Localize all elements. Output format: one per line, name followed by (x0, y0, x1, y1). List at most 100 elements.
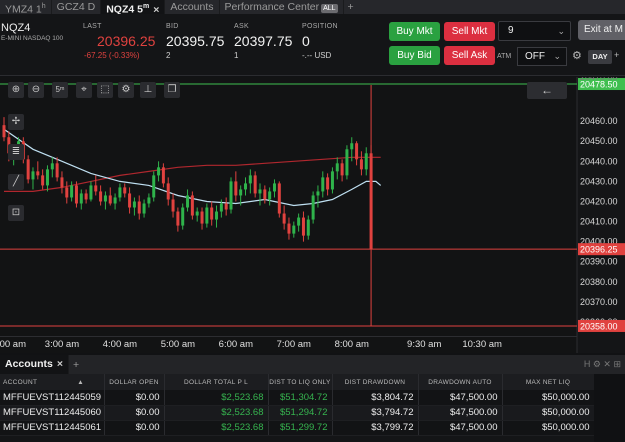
candle-body (50, 163, 54, 170)
table-row[interactable]: MFFUEVST112445059 $0.00 $2,523.68 $51,30… (0, 390, 595, 406)
candle-body (36, 171, 40, 176)
buy-bid-button[interactable]: Buy Bid (389, 46, 440, 65)
table-row[interactable]: MFFUEVST112445061 $0.00 $2,523.68 $51,29… (0, 420, 595, 436)
atm-select[interactable]: OFF ⌄ (517, 47, 567, 66)
candle-body (244, 183, 247, 190)
tab-performance-center[interactable]: Performance Center ALL (220, 0, 344, 14)
column-header-dist-to-liq[interactable]: DIST TO LIQ ONLY (268, 374, 333, 390)
drawdown-auto: $47,500.00 (418, 405, 503, 421)
symbol-description: E-MINI NASDAQ 100 (1, 35, 64, 42)
dollar-open: $0.00 (104, 420, 165, 436)
zoom-out-icon[interactable]: ⊖ (28, 82, 44, 98)
dist-drawdown: $3,799.72 (332, 420, 419, 436)
settings-icon[interactable]: ⚙ (118, 82, 134, 98)
crosshair-tool-icon[interactable]: ✢ (8, 114, 24, 130)
table-scrollbar[interactable] (594, 374, 625, 442)
exit-at-market-button[interactable]: Exit at M (578, 20, 625, 40)
candle-body (108, 195, 112, 204)
price-tick-label: 20450.00 (580, 136, 618, 146)
candle-body (229, 181, 233, 210)
table-row[interactable]: MFFUEVST112445060 $0.00 $2,523.68 $51,29… (0, 405, 595, 421)
candle-body (99, 191, 103, 202)
column-header-dollar-open[interactable]: DOLLAR OPEN (104, 374, 165, 390)
chart-canvas[interactable]: 20460.00 20450.00 20440.00 20430.00 20420.00… (0, 77, 625, 353)
time-tick-label: 8:00 am (335, 339, 369, 350)
column-header-dollar-total-pl[interactable]: DOLLAR TOTAL P L (164, 374, 269, 390)
scroll-to-latest-button[interactable]: ← (527, 82, 567, 99)
dist-drawdown: $3,794.72 (332, 405, 419, 421)
tab-label: GCZ4 D (56, 1, 96, 13)
atm-label: ATM (497, 53, 512, 60)
price-tick-label: 20390.00 (580, 257, 618, 267)
dist-to-liq: $51,294.72 (268, 405, 333, 421)
sell-market-button[interactable]: Sell Mkt (444, 22, 495, 41)
add-tab-icon[interactable]: + (69, 359, 83, 371)
tab-nqz4[interactable]: NQZ4 5m × (101, 0, 166, 16)
tab-interval-sup: h (41, 3, 46, 10)
crosshair-icon[interactable]: ⌖ (76, 82, 92, 98)
interval-icon[interactable]: 5ᵐ (52, 82, 68, 98)
price-level-label: 20358.00 (580, 321, 618, 331)
indicators-icon[interactable]: ⊥ (140, 82, 156, 98)
candle-body (224, 203, 228, 210)
candle-body (171, 199, 175, 212)
candle-body (123, 187, 127, 194)
templates-icon[interactable]: ❐ (164, 82, 180, 98)
symbol[interactable]: NQZ4 (1, 22, 30, 34)
dollar-total-pl: $2,523.68 (164, 405, 269, 421)
candle-body (282, 213, 286, 224)
candle-body (340, 163, 344, 176)
column-header-drawdown-auto[interactable]: DRAWDOWN AUTO (418, 374, 503, 390)
candle-body (132, 201, 136, 208)
bid-label: BID (166, 23, 179, 30)
all-badge[interactable]: ALL (321, 4, 338, 13)
add-icon[interactable]: + (614, 50, 619, 60)
quantity-value: 9 (508, 25, 514, 36)
buy-market-button[interactable]: Buy Mkt (389, 22, 440, 41)
tab-ymz4[interactable]: YMZ4 1h (0, 0, 52, 16)
candle-body (326, 177, 330, 190)
partial-price-tick-label: 20470.00 (580, 77, 618, 82)
tab-label: Accounts (5, 358, 53, 370)
candle-body (205, 207, 209, 224)
quote-bar: NQZ4 E-MINI NASDAQ 100 LAST 20396.25 -67… (0, 14, 625, 76)
select-box-icon[interactable]: ⬚ (97, 82, 113, 98)
zoom-in-icon[interactable]: ⊕ (8, 82, 24, 98)
candle-body (128, 193, 132, 208)
last-price: 20396.25 (97, 33, 156, 49)
candle-body (287, 223, 291, 234)
quantity-select[interactable]: 9 ⌄ (498, 21, 571, 41)
max-net-liq: $50,000.00 (502, 420, 595, 436)
column-header-max-net-liq[interactable]: MAX NET LIQ (502, 374, 595, 390)
gear-icon[interactable]: ⚙ (572, 49, 582, 62)
column-header-account[interactable]: ACCOUNT ▲ (0, 374, 105, 390)
notes-icon[interactable]: ≣ (8, 144, 24, 160)
candle-body (103, 195, 107, 202)
tab-accounts-panel[interactable]: Accounts × (0, 355, 69, 374)
candle-body (306, 219, 310, 236)
time-in-force-button[interactable]: DAY (588, 50, 612, 64)
add-tab-icon[interactable]: + (344, 1, 358, 13)
tab-gcz4[interactable]: GCZ4 D (52, 0, 102, 14)
close-icon[interactable]: × (57, 358, 63, 370)
column-label: ACCOUNT (3, 378, 38, 386)
ask-label: ASK (234, 23, 249, 30)
tab-accounts[interactable]: Accounts (165, 0, 220, 14)
sell-ask-button[interactable]: Sell Ask (444, 46, 495, 65)
candle-body (335, 163, 339, 172)
time-tick-label: 9:30 am (407, 339, 441, 350)
time-tick-label: 2:00 am (0, 339, 26, 350)
candle-body (113, 197, 117, 204)
tab-label: Accounts (170, 1, 214, 13)
candle-body (181, 207, 185, 226)
draw-icon[interactable]: ╱ (8, 174, 24, 190)
window-controls[interactable]: H ⚙ ✕ ⊞ (584, 359, 625, 370)
atm-value: OFF (525, 51, 545, 62)
account-id: MFFUEVST112445059 (0, 390, 105, 406)
column-header-dist-drawdown[interactable]: DIST DRAWDOWN (332, 374, 419, 390)
lock-icon[interactable]: ⊡ (8, 205, 24, 221)
tab-label: Performance Center (224, 1, 320, 13)
candle-body (234, 181, 238, 196)
price-chart[interactable]: 20460.00 20450.00 20440.00 20430.00 20420.00… (0, 77, 625, 353)
dist-drawdown: $3,804.72 (332, 390, 419, 406)
